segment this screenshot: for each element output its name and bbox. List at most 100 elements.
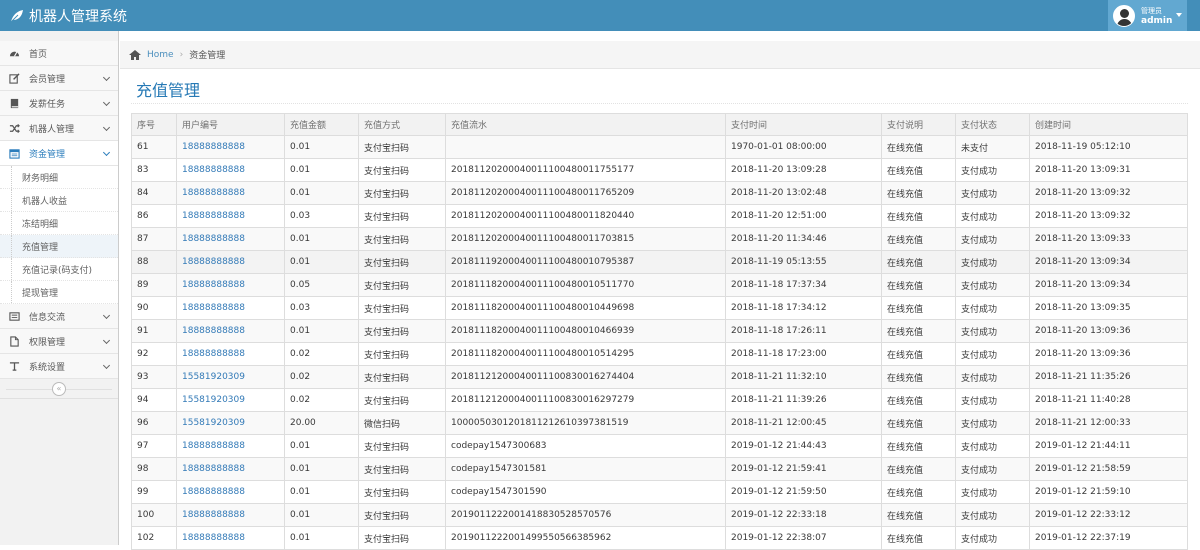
- column-header: 序号: [131, 113, 177, 136]
- sidebar-item-messages[interactable]: 信息交流: [0, 304, 118, 329]
- recharge-table: 序号 用户编号 充值金额 充值方式 充值流水 支付时间 支付说明 支付状态 创建时间 61 188…: [131, 113, 1188, 550]
- table-cell: 0.01: [284, 181, 359, 205]
- user-info: 管理员 admin: [1141, 6, 1172, 26]
- table-cell: 0.03: [284, 296, 359, 320]
- submenu-item-frozen-detail[interactable]: 冻结明细: [0, 212, 118, 235]
- table-cell: 在线充值: [881, 135, 956, 159]
- table-row[interactable]: 99 18888888888 0.01 支付宝扫码 codepay1547301590 2…: [131, 480, 1188, 504]
- user-role: 管理员: [1141, 6, 1162, 15]
- user-id-link[interactable]: 18888888888: [176, 503, 285, 527]
- submenu-item-recharge-records[interactable]: 充值记录(码支付): [0, 258, 118, 281]
- table-cell: 在线充值: [881, 204, 956, 228]
- table-cell: 0.01: [284, 526, 359, 550]
- table-cell: 在线充值: [881, 342, 956, 366]
- table-cell: 2019-01-12 21:44:11: [1029, 434, 1188, 458]
- sidebar-item-label: 权限管理: [29, 337, 66, 348]
- table-cell: 2018-11-19 05:12:10: [1029, 135, 1188, 159]
- table-row[interactable]: 96 15581920309 20.00 微信扫码 100005030120181121…: [131, 411, 1188, 435]
- caret-down-icon: [1176, 13, 1182, 17]
- table-cell: 支付宝扫码: [358, 388, 446, 412]
- sidebar-item-members[interactable]: 会员管理: [0, 66, 118, 91]
- table-cell: 在线充值: [881, 480, 956, 504]
- table-cell: 支付宝扫码: [358, 296, 446, 320]
- user-id-link[interactable]: 18888888888: [176, 526, 285, 550]
- table-cell: 未支付: [955, 135, 1030, 159]
- table-row[interactable]: 61 18888888888 0.01 支付宝扫码 1970-01-01 08:00:0…: [131, 135, 1188, 159]
- table-row[interactable]: 83 18888888888 0.01 支付宝扫码 201811202000400111…: [131, 158, 1188, 182]
- user-id-link[interactable]: 18888888888: [176, 457, 285, 481]
- table-row[interactable]: 91 18888888888 0.01 支付宝扫码 201811182000400111…: [131, 319, 1188, 343]
- table-row[interactable]: 87 18888888888 0.01 支付宝扫码 201811202000400111…: [131, 227, 1188, 251]
- submenu-item-label: 充值记录(码支付): [22, 265, 93, 276]
- table-cell: 2018-11-21 12:00:33: [1029, 411, 1188, 435]
- user-id-link[interactable]: 15581920309: [176, 365, 285, 389]
- table-row[interactable]: 84 18888888888 0.01 支付宝扫码 201811202000400111…: [131, 181, 1188, 205]
- text-icon: [9, 361, 20, 371]
- submenu-item-finance-detail[interactable]: 财务明细: [0, 166, 118, 189]
- table-cell: 2019011222001418830528570576: [445, 503, 726, 527]
- table-cell: 支付宝扫码: [358, 342, 446, 366]
- submenu-item-robot-earnings[interactable]: 机器人收益: [0, 189, 118, 212]
- table-cell: 支付成功: [955, 319, 1030, 343]
- user-id-link[interactable]: 18888888888: [176, 480, 285, 504]
- sidebar-item-robots[interactable]: 机器人管理: [0, 116, 118, 141]
- submenu-funds: 财务明细 机器人收益 冻结明细 充值管理 充值记录(码支付) 提现管理: [0, 166, 118, 304]
- collapse-sidebar-button[interactable]: «: [52, 382, 66, 396]
- table-cell: 支付成功: [955, 250, 1030, 274]
- table-cell: 2018111820004001110048001051429​5: [445, 342, 726, 366]
- table-row[interactable]: 100 18888888888 0.01 支付宝扫码 20190112220014188…: [131, 503, 1188, 527]
- table-cell: [445, 135, 726, 159]
- table-cell: 89: [131, 273, 177, 297]
- calendar-icon: [9, 148, 20, 159]
- table-row[interactable]: 93 15581920309 0.02 支付宝扫码 201811212000400111…: [131, 365, 1188, 389]
- table-row[interactable]: 92 18888888888 0.02 支付宝扫码 201811182000400111…: [131, 342, 1188, 366]
- user-id-link[interactable]: 18888888888: [176, 227, 285, 251]
- user-id-link[interactable]: 15581920309: [176, 388, 285, 412]
- table-cell: 在线充值: [881, 227, 956, 251]
- table-cell: 0.05: [284, 273, 359, 297]
- sidebar-item-settings[interactable]: 系统设置: [0, 354, 118, 379]
- user-menu[interactable]: 管理员 admin: [1108, 0, 1187, 31]
- user-id-link[interactable]: 18888888888: [176, 158, 285, 182]
- user-id-link[interactable]: 18888888888: [176, 342, 285, 366]
- table-cell: 2018-11-20 12:51:00: [725, 204, 882, 228]
- user-id-link[interactable]: 18888888888: [176, 135, 285, 159]
- user-id-link[interactable]: 18888888888: [176, 296, 285, 320]
- table-cell: 支付成功: [955, 411, 1030, 435]
- table-row[interactable]: 97 18888888888 0.01 支付宝扫码 codepay1547300683 2…: [131, 434, 1188, 458]
- table-cell: codepay1547300683: [445, 434, 726, 458]
- table-cell: 支付宝扫码: [358, 434, 446, 458]
- user-id-link[interactable]: 18888888888: [176, 181, 285, 205]
- breadcrumb-current: 资金管理: [189, 51, 226, 61]
- table-cell: 支付宝扫码: [358, 365, 446, 389]
- table-row[interactable]: 86 18888888888 0.03 支付宝扫码 201811202000400111…: [131, 204, 1188, 228]
- table-row[interactable]: 90 18888888888 0.03 支付宝扫码 201811182000400111…: [131, 296, 1188, 320]
- table-row[interactable]: 89 18888888888 0.05 支付宝扫码 201811182000400111…: [131, 273, 1188, 297]
- column-header: 创建时间: [1029, 113, 1188, 136]
- table-cell: 61: [131, 135, 177, 159]
- breadcrumb-home-link[interactable]: Home: [147, 50, 174, 60]
- sidebar-item-permissions[interactable]: 权限管理: [0, 329, 118, 354]
- user-id-link[interactable]: 15581920309: [176, 411, 285, 435]
- submenu-item-label: 财务明细: [22, 173, 59, 184]
- user-id-link[interactable]: 18888888888: [176, 204, 285, 228]
- sidebar-item-tasks[interactable]: 发薪任务: [0, 91, 118, 116]
- user-id-link[interactable]: 18888888888: [176, 434, 285, 458]
- brand[interactable]: 机器人管理系统: [10, 0, 127, 31]
- table-cell: 2018112020004001110048001182044​0: [445, 204, 726, 228]
- sidebar-item-home[interactable]: 首页: [0, 41, 118, 66]
- submenu-item-withdrawal-management[interactable]: 提现管理: [0, 281, 118, 304]
- sidebar-item-funds[interactable]: 资金管理: [0, 141, 118, 166]
- table-row[interactable]: 88 18888888888 0.01 支付宝扫码 201811192000400111…: [131, 250, 1188, 274]
- table-row[interactable]: 94 15581920309 0.02 支付宝扫码 201811212000400111…: [131, 388, 1188, 412]
- table-row[interactable]: 98 18888888888 0.01 支付宝扫码 codepay1547301581 2…: [131, 457, 1188, 481]
- chevron-down-icon: [102, 336, 111, 345]
- table-cell: 94: [131, 388, 177, 412]
- book-icon: [10, 98, 19, 108]
- user-id-link[interactable]: 18888888888: [176, 250, 285, 274]
- table-cell: 2019-01-12 22:33:12: [1029, 503, 1188, 527]
- submenu-item-recharge-management[interactable]: 充值管理: [0, 235, 118, 258]
- table-row[interactable]: 102 18888888888 0.01 支付宝扫码 20190112220014995…: [131, 526, 1188, 550]
- user-id-link[interactable]: 18888888888: [176, 319, 285, 343]
- user-id-link[interactable]: 18888888888: [176, 273, 285, 297]
